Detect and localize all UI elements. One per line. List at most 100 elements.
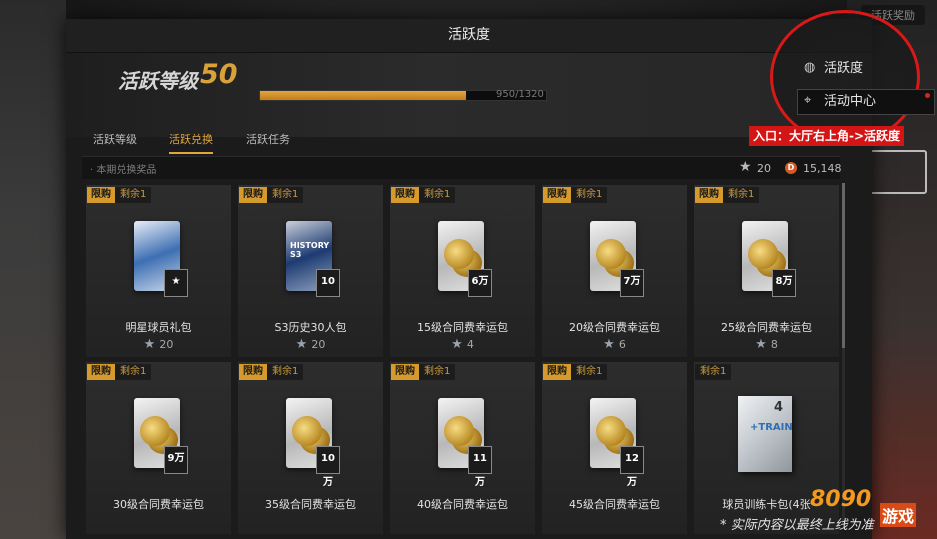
remaining-count: 剩余1 [115, 364, 152, 380]
limited-purchase-badge: 限购 [391, 364, 419, 380]
scroll-thumb[interactable] [842, 183, 845, 348]
notification-dot [925, 93, 930, 98]
reward-name: 明星球员礼包 [125, 321, 192, 334]
remaining-count: 剩余1 [419, 364, 456, 380]
training-pack-art: +TRAIN 4 [738, 396, 793, 472]
remaining-count: 剩余1 [571, 187, 608, 203]
star-balance: 20 [757, 162, 771, 175]
price-value: 4 [466, 338, 474, 351]
pack-value-badge: 10万 [316, 446, 340, 488]
reward-name: 30级合同费幸运包 [113, 498, 204, 511]
limited-purchase-badge: 限购 [695, 187, 723, 203]
pack-value-badge: 11万 [468, 446, 492, 488]
tab-activity-level[interactable]: 活跃等级 [93, 131, 137, 152]
pack-value-badge: ★ [164, 269, 188, 297]
coin-art [140, 416, 170, 446]
limit-tag: 限购 剩余1 [695, 187, 760, 203]
reward-card[interactable]: 限购 剩余1 10万 35级合同费幸运包 [238, 362, 383, 534]
pack-value-badge: 9万 [164, 446, 188, 474]
limited-purchase-badge: 限购 [87, 364, 115, 380]
limit-tag: 限购 剩余1 [391, 187, 456, 203]
pack-art-text: +TRAIN [750, 422, 793, 433]
reward-name: 45级合同费幸运包 [569, 498, 660, 511]
limit-tag: 剩余1 [695, 364, 732, 380]
coin-art [292, 416, 322, 446]
limited-purchase-badge: 限购 [391, 187, 419, 203]
limited-purchase-badge: 限购 [87, 187, 115, 203]
basketball-icon: ◍ [804, 60, 816, 75]
coin-art [444, 416, 474, 446]
menu-item-activity-label: 活跃度 [824, 61, 864, 76]
limit-tag: 限购 剩余1 [543, 187, 608, 203]
reward-card[interactable]: 限购 剩余1 6万 15级合同费幸运包 ★ 4 [390, 185, 535, 357]
limit-tag: 限购 剩余1 [87, 364, 152, 380]
reward-price: ★ 8 [694, 337, 839, 352]
reward-card[interactable]: 限购 剩余1 7万 20级合同费幸运包 ★ 6 [542, 185, 687, 357]
limit-tag: 限购 剩余1 [87, 187, 152, 203]
coin-art [444, 239, 474, 269]
site-logo: 8090 [810, 487, 872, 512]
reward-card[interactable]: 限购 剩余1 12万 45级合同费幸运包 [542, 362, 687, 534]
pack-count: 4 [774, 400, 784, 415]
tab-activity-exchange[interactable]: 活跃兑换 [169, 131, 213, 154]
reward-card[interactable]: 限购 剩余1 8万 25级合同费幸运包 ★ 8 [694, 185, 839, 357]
coin-icon: D [785, 162, 797, 174]
reward-card[interactable]: 限购 剩余1 9万 30级合同费幸运包 [86, 362, 231, 534]
scrollbar[interactable] [842, 183, 845, 523]
arena-background-left [0, 0, 66, 539]
star-icon: ★ [603, 337, 615, 352]
xp-text: 950/1320 [496, 89, 544, 100]
reward-card[interactable]: 限购 剩余1 11万 40级合同费幸运包 [390, 362, 535, 534]
reward-card[interactable]: 限购 剩余1 ★ 明星球员礼包 ★ 20 [86, 185, 231, 357]
limited-purchase-badge: 限购 [543, 364, 571, 380]
remaining-count: 剩余1 [571, 364, 608, 380]
reward-price: ★ 20 [86, 337, 231, 352]
level-label: 活跃等级 [118, 69, 198, 93]
location-pin-icon: ⌖ [804, 93, 812, 108]
reward-price: ★ 4 [390, 337, 535, 352]
reward-name: 15级合同费幸运包 [417, 321, 508, 334]
star-icon: ★ [739, 159, 752, 175]
price-value: 20 [311, 338, 326, 351]
tab-activity-tasks[interactable]: 活跃任务 [246, 131, 290, 152]
xp-progress-fill [260, 91, 466, 100]
price-value: 8 [770, 338, 778, 351]
limit-tag: 限购 剩余1 [239, 364, 304, 380]
level-value: 50 [200, 59, 238, 90]
site-logo-suffix: 游戏 [880, 503, 917, 527]
section-label: · 本期兑换奖品 [90, 165, 157, 176]
reward-name: S3历史30人包 [274, 321, 347, 334]
reward-name: 20级合同费幸运包 [569, 321, 660, 334]
pack-art-text: HISTORY S3 [290, 241, 330, 259]
limited-purchase-badge: 限购 [543, 187, 571, 203]
reward-name: 40级合同费幸运包 [417, 498, 508, 511]
reward-name: 35级合同费幸运包 [265, 498, 356, 511]
star-icon: ★ [755, 337, 767, 352]
pack-value-badge: 8万 [772, 269, 796, 297]
coin-art [596, 239, 626, 269]
limit-tag: 限购 剩余1 [543, 364, 608, 380]
menu-item-activity-center[interactable]: ⌖ 活动中心 [797, 89, 935, 115]
reward-grid: 限购 剩余1 ★ 明星球员礼包 ★ 20 限购 剩余1 HISTORY S3 10 S3历史30人包… [86, 185, 839, 539]
coin-art [596, 416, 626, 446]
pack-value-badge: 10 [316, 269, 340, 297]
remaining-count: 剩余1 [267, 364, 304, 380]
price-value: 20 [159, 338, 174, 351]
reward-price: ★ 6 [542, 337, 687, 352]
limit-tag: 限购 剩余1 [239, 187, 304, 203]
remaining-count: 剩余1 [723, 187, 760, 203]
star-icon: ★ [295, 337, 308, 352]
limited-purchase-badge: 限购 [239, 364, 267, 380]
star-icon: ★ [451, 337, 463, 352]
limit-tag: 限购 剩余1 [391, 364, 456, 380]
reward-price: ★ 20 [238, 337, 383, 352]
coin-balance: 15,148 [803, 162, 842, 175]
section-header: · 本期兑换奖品 ★ 20 D 15,148 [82, 156, 842, 179]
panel-title: 活跃度 [66, 19, 872, 53]
reward-card[interactable]: 限购 剩余1 HISTORY S3 10 S3历史30人包 ★ 20 [238, 185, 383, 357]
remaining-count: 剩余1 [267, 187, 304, 203]
limited-purchase-badge: 限购 [239, 187, 267, 203]
remaining-count: 剩余1 [695, 364, 732, 380]
remaining-count: 剩余1 [115, 187, 152, 203]
menu-item-activity[interactable]: ◍ 活跃度 [798, 57, 920, 81]
